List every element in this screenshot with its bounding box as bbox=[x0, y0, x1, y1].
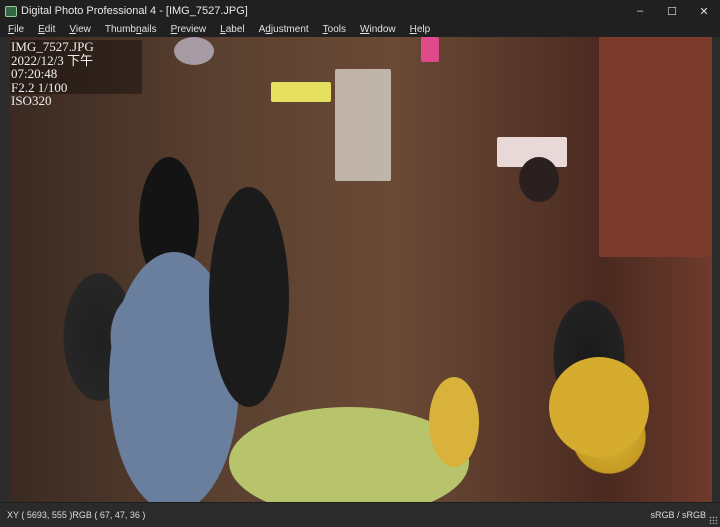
menu-preview[interactable]: Preview bbox=[171, 24, 207, 35]
resize-grip-icon[interactable] bbox=[709, 516, 717, 524]
color-space: sRGB / sRGB bbox=[650, 510, 706, 520]
person bbox=[209, 187, 289, 407]
menu-label-part: H bbox=[409, 24, 417, 35]
vendor-head bbox=[519, 157, 559, 202]
menu-label-part: ails bbox=[141, 24, 157, 35]
menu-label-part: dit bbox=[44, 24, 56, 35]
cursor-readout: XY ( 5693, 555 )RGB ( 67, 47, 36 ) bbox=[7, 510, 146, 520]
menu-help[interactable]: Help bbox=[410, 24, 431, 35]
info-filename: IMG_7527.JPG bbox=[11, 39, 94, 54]
shooting-info-overlay: IMG_7527.JPG 2022/12/3 下午 07:20:48 F2.2 … bbox=[10, 39, 142, 107]
menu-label-part: E bbox=[38, 24, 45, 35]
info-iso: ISO320 bbox=[11, 93, 52, 108]
menu-thumbnails[interactable]: Thumbnails bbox=[105, 24, 157, 35]
grilled-corn bbox=[549, 357, 649, 457]
menu-edit[interactable]: Edit bbox=[38, 24, 55, 35]
menu-tools[interactable]: Tools bbox=[323, 24, 346, 35]
sign bbox=[421, 37, 439, 62]
title-bar: Digital Photo Professional 4 - [IMG_7527… bbox=[0, 0, 720, 22]
menu-file[interactable]: File bbox=[8, 24, 24, 35]
menu-adjustment[interactable]: Adjustment bbox=[259, 24, 309, 35]
menu-window[interactable]: Window bbox=[360, 24, 396, 35]
info-datetime: 2022/12/3 下午 07:20:48 bbox=[11, 52, 93, 81]
status-bar: XY ( 5693, 555 )RGB ( 67, 47, 36 ) sRGB … bbox=[0, 502, 720, 527]
menu-label-part: justment bbox=[270, 24, 309, 35]
menu-label-part: abel bbox=[225, 24, 245, 35]
corn bbox=[429, 377, 479, 467]
menu-label-part: Thumb bbox=[104, 24, 136, 35]
close-button[interactable]: ✕ bbox=[688, 0, 720, 22]
brick-wall bbox=[599, 37, 712, 257]
app-icon bbox=[5, 5, 17, 17]
window-title: Digital Photo Professional 4 - [IMG_7527… bbox=[21, 5, 248, 17]
menu-view[interactable]: View bbox=[69, 24, 91, 35]
maximize-button[interactable]: ☐ bbox=[656, 0, 688, 22]
info-exposure: F2.2 1/100 bbox=[11, 79, 68, 95]
menu-label-part: elp bbox=[416, 24, 431, 35]
menu-label-part: review bbox=[177, 24, 207, 35]
sign bbox=[271, 82, 331, 102]
menu-bar: File Edit View Thumbnails Preview Label Adjust… bbox=[0, 22, 720, 37]
bokeh-light bbox=[174, 37, 214, 65]
lamp bbox=[335, 69, 391, 181]
menu-label-part: ile bbox=[14, 24, 25, 35]
minimize-button[interactable]: – bbox=[624, 0, 656, 22]
menu-label[interactable]: Label bbox=[220, 24, 244, 35]
menu-label-part: ools bbox=[327, 24, 347, 35]
menu-label-part: indow bbox=[369, 24, 396, 35]
menu-label-part: iew bbox=[75, 24, 91, 35]
